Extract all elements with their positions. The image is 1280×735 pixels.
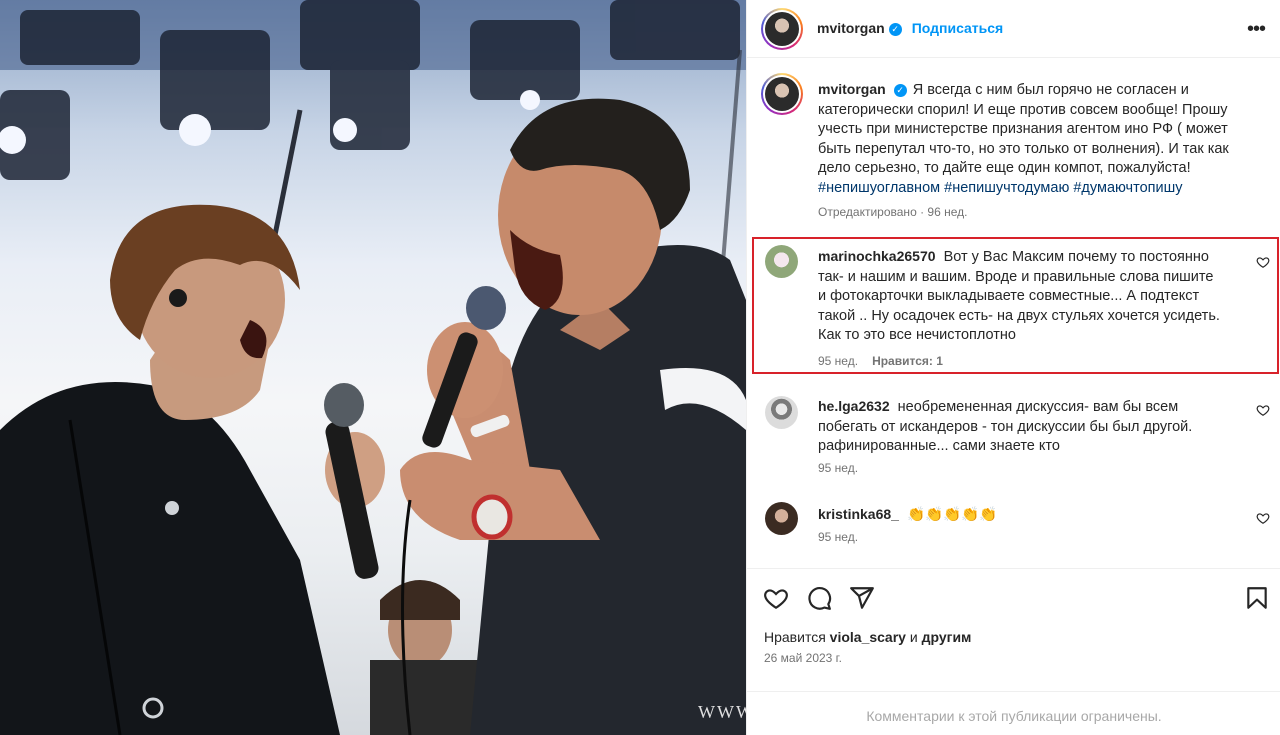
caption-author-avatar[interactable] (761, 73, 803, 115)
comment-username[interactable]: he.lga2632 (818, 398, 890, 414)
comment-like-heart-icon[interactable] (1256, 511, 1270, 525)
likes-others-link[interactable]: другим (922, 629, 972, 645)
share-icon[interactable] (849, 585, 875, 611)
likes-and: и (909, 629, 918, 645)
comment-age: 95 нед. (818, 530, 859, 544)
header-author-line: mvitorgan ✓ Подписаться (817, 20, 1003, 36)
author-avatar[interactable] (761, 8, 803, 50)
comment-body: 👏👏👏👏👏 (906, 507, 998, 523)
comment-meta: 95 нед. (818, 530, 858, 544)
author-username[interactable]: mvitorgan (817, 20, 885, 36)
comment-meta: 95 нед. (818, 461, 858, 475)
comment-like-heart-icon[interactable] (1256, 403, 1270, 417)
bookmark-icon[interactable] (1244, 585, 1270, 611)
caption-username[interactable]: mvitorgan (818, 81, 886, 97)
comment-age: 95 нед. (818, 354, 859, 368)
post-header: mvitorgan ✓ Подписаться ••• (747, 0, 1280, 58)
follow-button[interactable]: Подписаться (912, 20, 1004, 36)
post-actions-section: Нравится viola_scary и другим 26 май 202… (747, 568, 1280, 735)
post-viewer: WWW mvitorgan✓Подписаться ••• mvitorgan✓… (0, 0, 1280, 735)
post-date[interactable]: 26 май 2023 г. (764, 651, 842, 665)
comment-username[interactable]: marinochka26570 (818, 248, 936, 264)
likes-summary: Нравится viola_scary и другим (764, 629, 971, 645)
likes-prefix: Нравится (764, 629, 826, 645)
comment-icon[interactable] (806, 585, 832, 611)
post-photo[interactable]: WWW (0, 0, 746, 735)
heart-icon[interactable] (763, 585, 789, 611)
comment-username[interactable]: kristinka68_ (818, 506, 899, 522)
verified-badge-icon: ✓ (888, 23, 902, 36)
photo-watermark: WWW (698, 702, 746, 722)
caption-meta: Отредактировано · 96 нед. (818, 205, 968, 219)
caption-hashtags[interactable]: #непишуоглавном #непишучтодумаю #думаючт… (818, 180, 1183, 196)
comment-avatar[interactable] (765, 502, 798, 535)
comment-text: marinochka26570 Вот у Вас Максим почему … (818, 247, 1222, 346)
comment-text: kristinka68_ 👏👏👏👏👏 (818, 505, 1222, 526)
verified-badge-icon: ✓ (893, 84, 907, 97)
comment-avatar[interactable] (765, 245, 798, 278)
caption-text: mvitorgan ✓ Я всегда с ним был горячо не с… (818, 80, 1236, 198)
comment-meta: 95 нед. Нравится: 1 (818, 354, 943, 368)
comment-like-heart-icon[interactable] (1256, 255, 1270, 269)
comment-avatar[interactable] (765, 396, 798, 429)
more-options-icon[interactable]: ••• (1247, 18, 1266, 41)
comment-likes-count[interactable]: Нравится: 1 (872, 354, 943, 368)
likes-user-link[interactable]: viola_scary (830, 629, 906, 645)
post-side-panel: mvitorgan ✓ Подписаться ••• mvitorgan ✓ Я вс… (746, 0, 1280, 735)
comment-age: 95 нед. (818, 461, 859, 475)
concert-photo (0, 0, 746, 735)
comment-text: he.lga2632 необремененная дискуссия- вам… (818, 397, 1222, 457)
comments-restricted-notice: Комментарии к этой публикации ограничены… (747, 691, 1280, 735)
